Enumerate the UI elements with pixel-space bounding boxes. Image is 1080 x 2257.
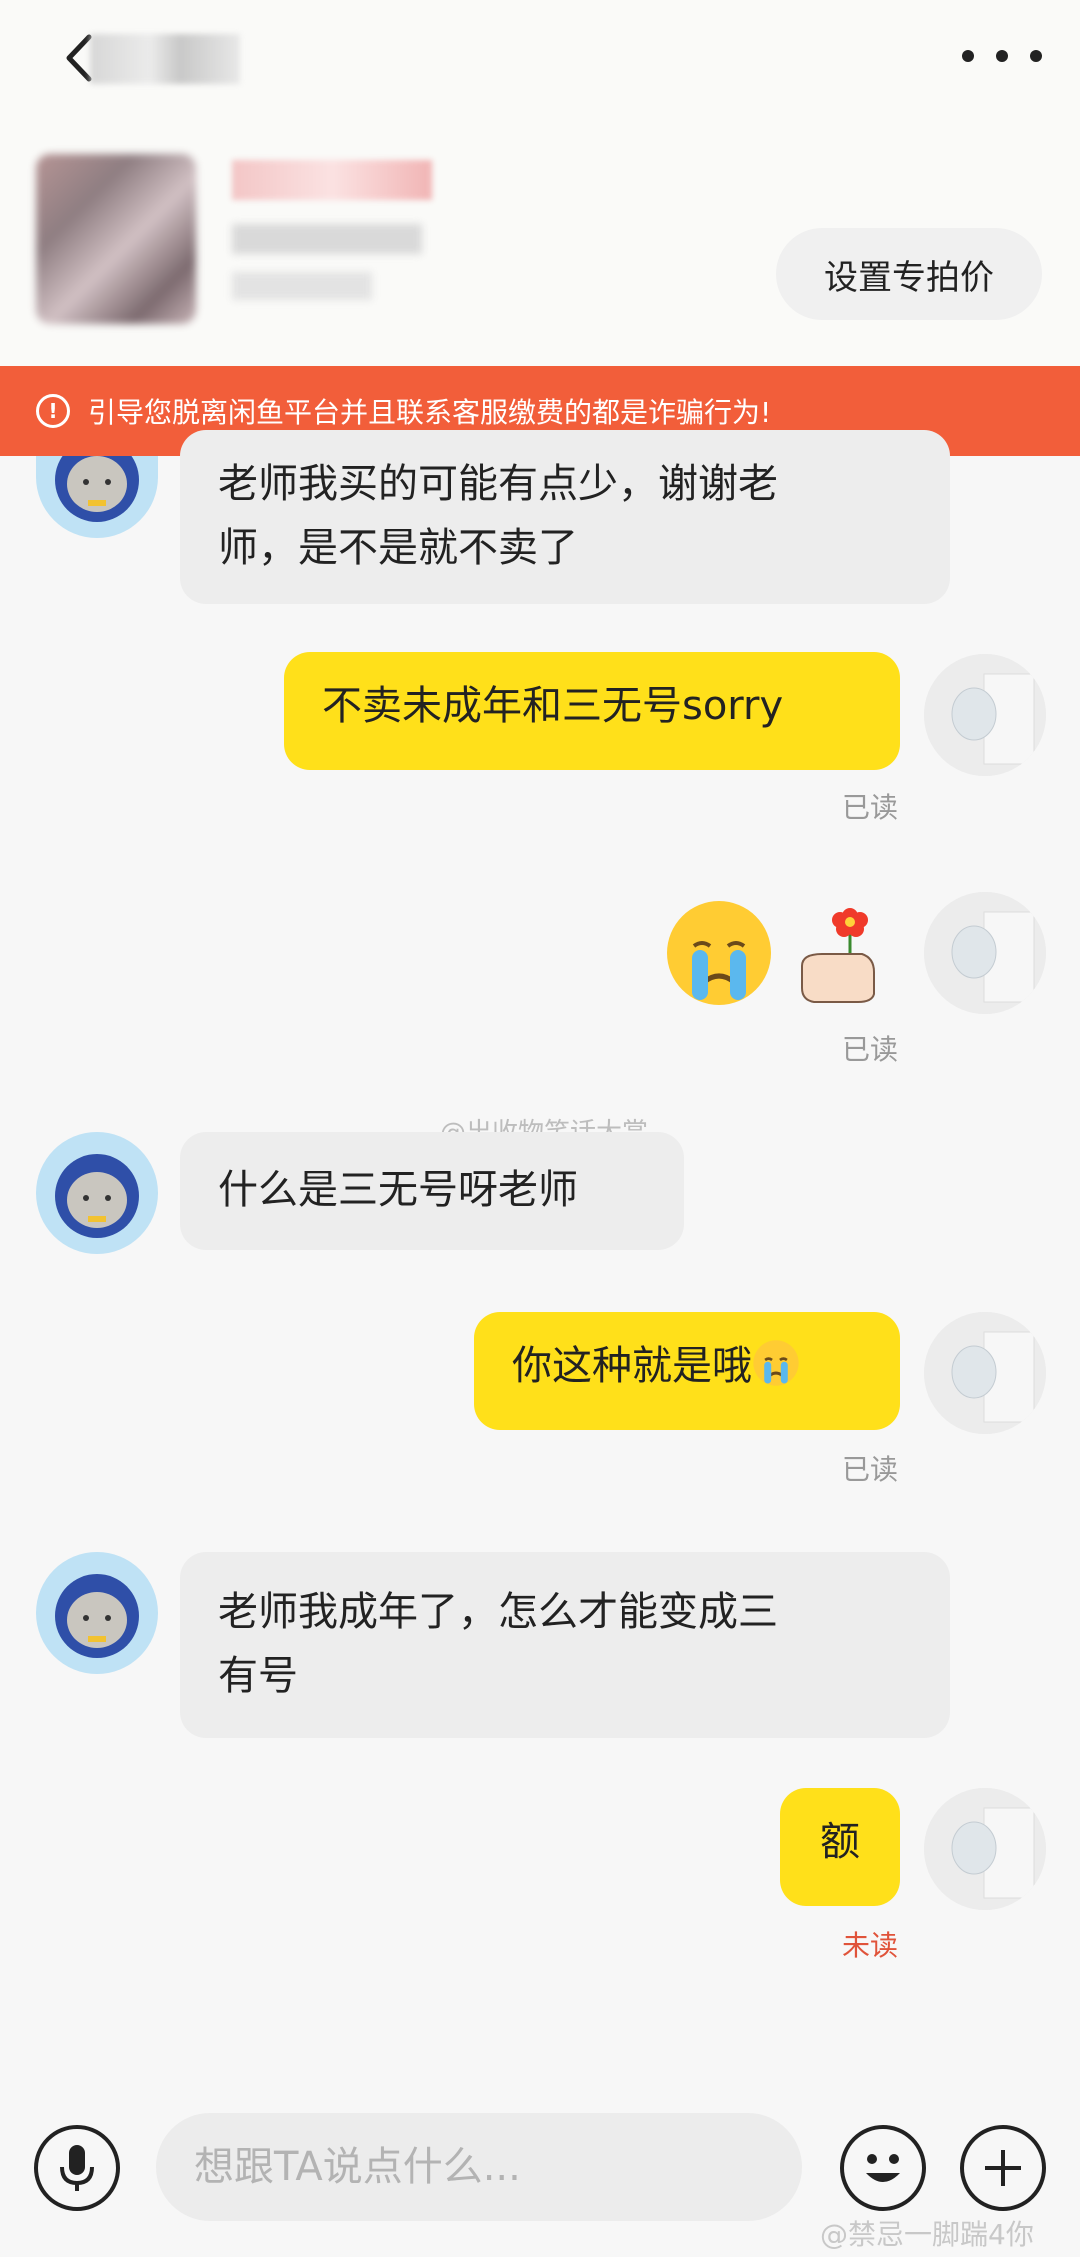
incoming-message: 什么是三无号呀老师 (180, 1132, 684, 1250)
more-options-button[interactable] (962, 36, 1042, 76)
read-status: 已读 (842, 791, 899, 824)
product-thumbnail-blurred[interactable] (36, 154, 196, 324)
voice-input-button[interactable] (34, 2125, 120, 2211)
unread-status: 未读 (842, 1929, 899, 1962)
crying-face-emoji (667, 901, 771, 1005)
warning-circle-icon: ! (36, 394, 70, 428)
more-actions-button[interactable] (960, 2125, 1046, 2211)
warning-text: 引导您脱离闲鱼平台并且联系客服缴费的都是诈骗行为! (88, 396, 772, 429)
smiley-icon (866, 2154, 900, 2182)
contact-name-blurred (90, 34, 240, 84)
my-avatar[interactable] (924, 892, 1046, 1014)
outgoing-message: 你这种就是哦 (474, 1312, 900, 1430)
outgoing-message: 额 (780, 1788, 900, 1906)
my-avatar[interactable] (924, 1788, 1046, 1910)
set-special-price-button[interactable]: 设置专拍价 (776, 228, 1042, 320)
my-avatar[interactable] (924, 654, 1046, 776)
chat-header: 设置专拍价 (0, 0, 1080, 366)
plus-icon (985, 2150, 1021, 2186)
crying-face-emoji (753, 1340, 799, 1386)
product-info-blurred (232, 160, 442, 310)
outgoing-message: 不卖未成年和三无号sorry (284, 652, 900, 770)
incoming-message: 老师我买的可能有点少，谢谢老 师，是不是就不卖了 (180, 430, 950, 604)
watermark: @禁忌一脚踹4你 (820, 2218, 1034, 2251)
read-status: 已读 (842, 1453, 899, 1486)
hand-holding-flower-emoji (801, 908, 875, 1003)
emoji-button[interactable] (840, 2125, 926, 2211)
other-user-avatar[interactable] (36, 456, 158, 538)
message-input[interactable] (156, 2113, 802, 2221)
microphone-icon (60, 2145, 94, 2191)
other-user-avatar[interactable] (36, 1552, 158, 1674)
more-dots-icon (962, 50, 974, 62)
other-user-avatar[interactable] (36, 1132, 158, 1254)
outgoing-emoji-message (664, 898, 896, 1008)
incoming-message: 老师我成年了，怎么才能变成三 有号 (180, 1552, 950, 1738)
my-avatar[interactable] (924, 1312, 1046, 1434)
read-status: 已读 (842, 1033, 899, 1066)
chevron-left-icon (66, 34, 92, 82)
